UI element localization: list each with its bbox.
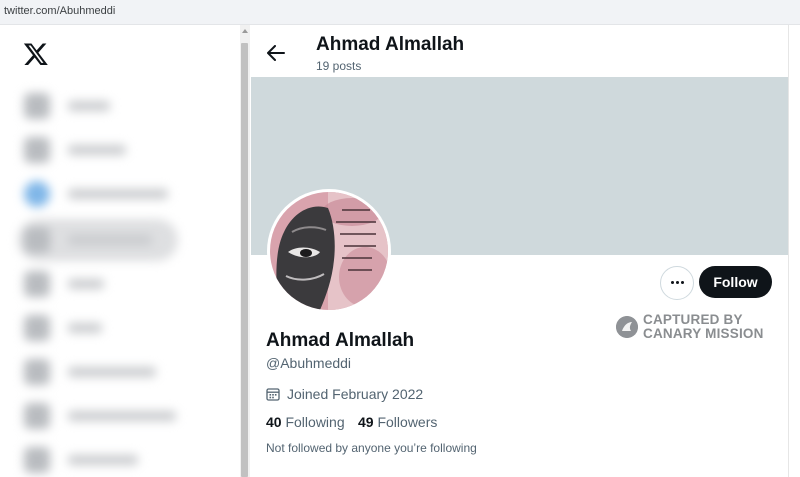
profile-handle: @Abuhmeddi bbox=[266, 355, 352, 371]
sidebar bbox=[0, 25, 240, 477]
nav-item-blurred[interactable] bbox=[18, 137, 218, 163]
watermark-text: CAPTURED BY CANARY MISSION bbox=[643, 313, 764, 341]
more-dot bbox=[681, 281, 684, 284]
profile-header: Ahmad Almallah 19 posts bbox=[251, 25, 788, 77]
avatar[interactable] bbox=[270, 192, 388, 310]
not-followed-notice: Not followed by anyone you’re following bbox=[266, 441, 477, 455]
nav-item-blurred-active[interactable] bbox=[18, 219, 218, 261]
nav-item-blurred[interactable] bbox=[18, 447, 218, 473]
browser-url-bar[interactable]: twitter.com/Abuhmeddi bbox=[0, 0, 800, 25]
canary-bird-icon bbox=[616, 316, 638, 338]
following-count: 40 bbox=[266, 414, 282, 430]
followers-label: Followers bbox=[377, 414, 438, 430]
nav-item-blurred[interactable] bbox=[18, 181, 218, 207]
column-divider bbox=[788, 25, 789, 477]
joined-text: Joined February 2022 bbox=[287, 386, 424, 402]
watermark-line2: CANARY MISSION bbox=[643, 326, 764, 341]
following-label: Following bbox=[285, 414, 345, 430]
following-link[interactable]: 40 Following bbox=[266, 414, 345, 430]
avatar-image bbox=[270, 192, 388, 310]
scrollbar-thumb[interactable] bbox=[241, 43, 248, 477]
profile-name: Ahmad Almallah bbox=[266, 330, 415, 351]
follow-button[interactable]: Follow bbox=[699, 266, 772, 298]
nav-item-blurred[interactable] bbox=[18, 315, 218, 341]
calendar-icon bbox=[266, 388, 280, 401]
nav-item-blurred[interactable] bbox=[18, 359, 218, 385]
nav-item-blurred[interactable] bbox=[18, 93, 218, 119]
sidebar-scrollbar[interactable] bbox=[240, 25, 250, 477]
nav-item-blurred[interactable] bbox=[18, 403, 218, 429]
more-dot bbox=[671, 281, 674, 284]
followers-link[interactable]: 49 Followers bbox=[358, 414, 437, 430]
x-logo-icon[interactable] bbox=[23, 41, 49, 67]
canary-mission-watermark: CAPTURED BY CANARY MISSION bbox=[616, 313, 786, 345]
nav-item-blurred[interactable] bbox=[18, 271, 218, 297]
header-name: Ahmad Almallah bbox=[316, 34, 465, 55]
url-text[interactable]: twitter.com/Abuhmeddi bbox=[4, 5, 115, 17]
blurred-navigation bbox=[12, 85, 240, 477]
header-post-count: 19 posts bbox=[316, 59, 362, 73]
avatar-ring bbox=[267, 189, 391, 313]
followers-count: 49 bbox=[358, 414, 374, 430]
scroll-up-arrow-icon[interactable] bbox=[242, 29, 248, 33]
more-dot bbox=[676, 281, 679, 284]
profile-main: Ahmad Almallah 19 posts Follow CAPTURED … bbox=[251, 25, 788, 477]
more-options-button[interactable] bbox=[660, 266, 694, 300]
watermark-line1: CAPTURED BY bbox=[643, 312, 743, 327]
back-arrow-icon[interactable] bbox=[267, 45, 285, 61]
